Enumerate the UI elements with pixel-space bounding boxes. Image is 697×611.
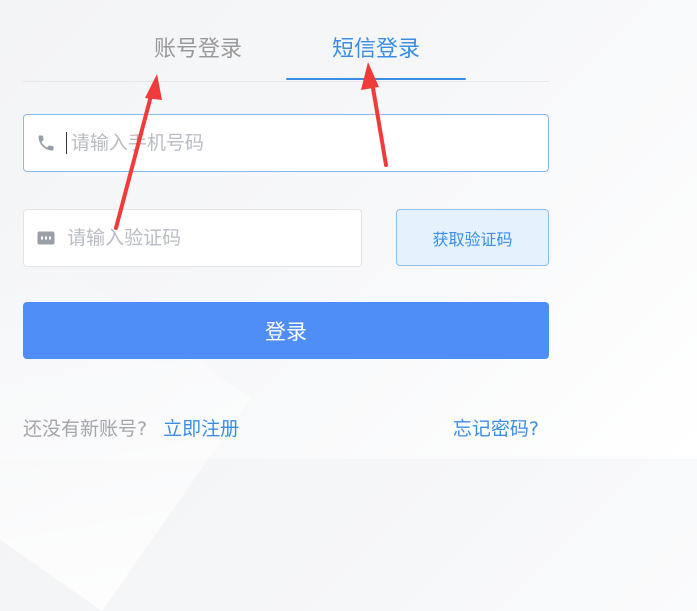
register-link[interactable]: 立即注册 bbox=[163, 418, 239, 440]
forgot-password-link[interactable]: 忘记密码? bbox=[453, 414, 539, 441]
no-account-text: 还没有新账号? bbox=[23, 418, 148, 440]
verification-code-field[interactable] bbox=[23, 209, 362, 267]
footer-register: 还没有新账号? 立即注册 bbox=[23, 414, 239, 441]
tab-sms-login[interactable]: 短信登录 bbox=[286, 28, 466, 80]
phone-icon bbox=[36, 132, 56, 154]
phone-field[interactable] bbox=[23, 114, 549, 172]
get-code-button[interactable]: 获取验证码 bbox=[396, 209, 549, 266]
message-icon bbox=[36, 227, 55, 249]
phone-input[interactable] bbox=[68, 114, 548, 172]
verification-code-input[interactable] bbox=[65, 209, 361, 267]
login-button[interactable]: 登录 bbox=[23, 302, 549, 359]
text-cursor bbox=[66, 132, 67, 154]
tab-account-login[interactable]: 账号登录 bbox=[138, 28, 258, 80]
login-tabs: 账号登录 短信登录 bbox=[22, 28, 549, 82]
tabs-divider bbox=[22, 81, 549, 82]
